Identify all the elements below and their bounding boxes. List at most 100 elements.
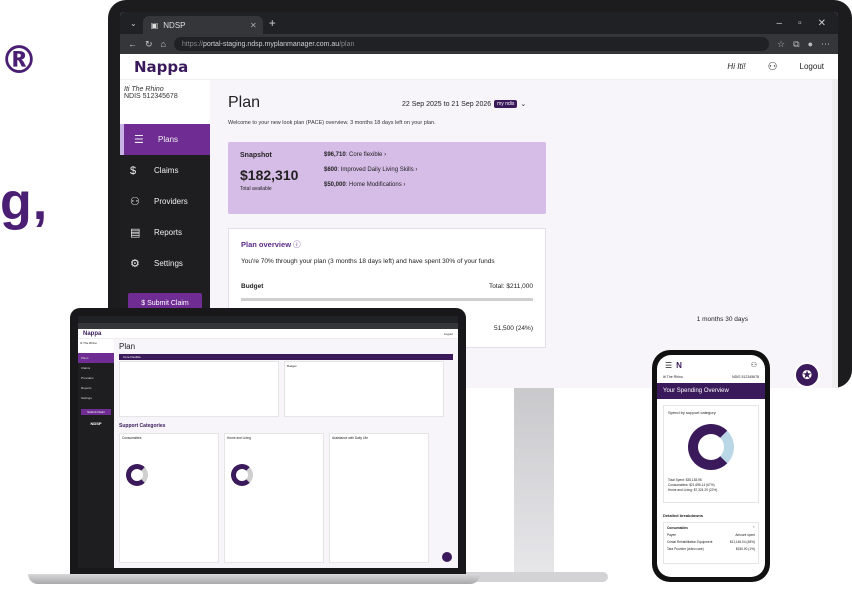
- line-amount: $50,000: [324, 182, 346, 188]
- laptop-sidebar-claims[interactable]: Claims: [78, 363, 114, 373]
- laptop-logout[interactable]: Logout: [444, 332, 453, 336]
- user-menu-icon[interactable]: ⚇: [768, 60, 778, 73]
- app-header: Nappa Hi Iti! ⚇ Logout: [120, 54, 838, 80]
- laptop: Nappa Logout Iti The Rhino Plans Claims …: [70, 308, 466, 576]
- laptop-sidebar-plans[interactable]: Plans: [78, 353, 114, 363]
- star-icon[interactable]: ☆: [777, 39, 785, 50]
- browser-tab[interactable]: ▣ NDSP ✕: [142, 16, 263, 34]
- phone-user-icon[interactable]: ⚇: [751, 361, 757, 369]
- sidebar-item-settings[interactable]: ⚙ Settings: [120, 248, 210, 279]
- phone-logo-icon[interactable]: N: [676, 361, 682, 370]
- phone-stat-home-living: Home and Living: $7,324.29 (22%): [668, 488, 718, 492]
- url-prefix: https://: [181, 40, 203, 48]
- snapshot-line-core[interactable]: $96,710: Core flexible ›: [324, 152, 417, 158]
- sidebar-item-providers[interactable]: ⚇ Providers: [120, 186, 210, 217]
- budget-label: Budget: [241, 283, 264, 290]
- phone-detailed-heading: Detailed breakdowns: [663, 513, 704, 518]
- sidebar-item-label: Providers: [154, 197, 188, 206]
- greeting: Hi Iti!: [727, 62, 746, 71]
- back-icon[interactable]: ←: [128, 39, 137, 49]
- plans-icon: ☰: [134, 134, 144, 146]
- laptop-help-icon[interactable]: [442, 552, 452, 562]
- url-field[interactable]: https:// portal-staging.ndsp.myplanmanag…: [173, 37, 770, 51]
- laptop-card-daily-life: Assistance with Daily Life: [329, 433, 429, 563]
- sidebar-item-reports[interactable]: ▤ Reports: [120, 217, 210, 248]
- more-icon[interactable]: ⋯: [821, 39, 830, 50]
- settings-icon: ⚙: [130, 258, 140, 270]
- phone-spend-card: Spend by support category Total Spent: $…: [663, 405, 759, 503]
- row-amount: $150.00 (1%): [735, 547, 755, 551]
- sidebar-item-plans[interactable]: ☰ Plans: [120, 124, 210, 155]
- sidebar-item-claims[interactable]: $ Claims: [120, 155, 210, 186]
- laptop-ndsp-logo: NDSP: [90, 421, 102, 426]
- budget-row: Budget Total: $211,000: [241, 283, 533, 290]
- plan-intro: Welcome to your new look plan (PACE) ove…: [228, 120, 436, 126]
- info-icon[interactable]: ⓘ: [293, 240, 301, 249]
- laptop-section-header[interactable]: Core Flexible: [119, 354, 453, 360]
- address-bar: ← ↻ ⌂ https:// portal-staging.ndsp.mypla…: [120, 34, 838, 54]
- nappa-logo[interactable]: Nappa: [134, 58, 188, 76]
- phone-user-row: Iti The Rhino NDIS 512345678: [657, 375, 765, 383]
- laptop-donut-home-living: [231, 464, 253, 486]
- laptop-app-header: Nappa Logout: [78, 329, 458, 339]
- laptop-submit-claim[interactable]: Submit Claim: [81, 409, 111, 415]
- scrollbar[interactable]: [832, 80, 838, 388]
- laptop-base: [28, 574, 480, 584]
- overview-title: Plan overview: [241, 240, 292, 249]
- sidebar-item-label: Claims: [154, 166, 179, 175]
- reports-icon: ▤: [130, 227, 141, 239]
- profile-icon[interactable]: ●: [808, 39, 813, 50]
- laptop-sidebar: Iti The Rhino Plans Claims Providers Rep…: [78, 339, 114, 568]
- logout-link[interactable]: Logout: [800, 62, 824, 71]
- url-main: portal-staging.ndsp.myplanmanager.com.au: [203, 40, 340, 48]
- submit-claim-label: Submit Claim: [147, 299, 189, 307]
- table-row: Tara Provider (video care) $150.00 (1%): [667, 547, 755, 551]
- snapshot-line-home-mods[interactable]: $50,000: Home Modifications ›: [324, 182, 417, 188]
- reload-icon[interactable]: ↻: [145, 39, 153, 50]
- budget-progress-bar: [241, 298, 533, 301]
- home-icon[interactable]: ⌂: [161, 39, 166, 49]
- plan-date-selector[interactable]: 22 Sep 2025 to 21 Sep 2026 my ndis ⌄: [402, 100, 526, 108]
- tab-menu-icon[interactable]: ⌄: [130, 19, 137, 28]
- laptop-card-consumables: Consumables: [119, 433, 219, 563]
- hamburger-icon[interactable]: ☰: [665, 361, 672, 370]
- snapshot-line-daily-living[interactable]: $600: Improved Daily Living Skills ›: [324, 167, 417, 173]
- laptop-sidebar-settings[interactable]: Settings: [78, 393, 114, 403]
- row-payee: Cristal Rehabilitation Equipment: [667, 540, 713, 544]
- laptop-budget-card: Budget: [284, 361, 444, 417]
- line-amount: $600: [324, 167, 338, 173]
- budget-total: Total: $211,000: [489, 283, 533, 290]
- providers-icon: ⚇: [130, 196, 140, 208]
- phone-donut-chart: [688, 424, 734, 470]
- phone-table-columns: Payee Amount spent: [667, 533, 755, 537]
- laptop-description-card: [119, 361, 279, 417]
- snapshot-lines: $96,710: Core flexible › $600: Improved …: [324, 152, 417, 188]
- help-icon[interactable]: ✪: [794, 362, 820, 388]
- minimize-icon[interactable]: –: [777, 18, 783, 29]
- spent-partial: 51,500 (24%): [493, 325, 533, 332]
- marketing-text-fragment: g,: [0, 173, 49, 231]
- sidebar-item-label: Reports: [154, 228, 183, 237]
- extensions-icon[interactable]: ⧉: [793, 39, 799, 50]
- monitor-stand-foot: [458, 572, 608, 582]
- phone-stats: Total Spent: $35,183.98 Consumables: $21…: [668, 478, 717, 493]
- phone-table-header-row[interactable]: Consumables ⌃: [667, 526, 755, 530]
- maximize-icon[interactable]: ▫: [798, 18, 802, 29]
- laptop-budget-label: Budget: [287, 364, 297, 368]
- laptop-sidebar-reports[interactable]: Reports: [78, 383, 114, 393]
- row-amount: $11,146.04 (48%): [729, 540, 755, 544]
- laptop-card-title: Home and Living: [227, 436, 251, 440]
- close-tab-icon[interactable]: ✕: [250, 21, 257, 30]
- phone-screen: ☰ N ⚇ Iti The Rhino NDIS 512345678 Your …: [657, 355, 765, 577]
- new-tab-icon[interactable]: +: [269, 16, 276, 30]
- line-amount: $96,710: [324, 152, 346, 158]
- close-window-icon[interactable]: ✕: [818, 18, 826, 29]
- laptop-logo[interactable]: Nappa: [83, 331, 101, 337]
- chevron-right-icon: ›: [403, 182, 406, 188]
- header-right: Hi Iti! ⚇ Logout: [727, 60, 824, 73]
- laptop-sidebar-providers[interactable]: Providers: [78, 373, 114, 383]
- registered-mark: ®: [0, 38, 38, 82]
- overview-text: You're 70% through your plan (3 months 1…: [241, 258, 495, 265]
- ndis-number: NDIS 512345678: [124, 93, 178, 100]
- table-row: Cristal Rehabilitation Equipment $11,146…: [667, 540, 755, 544]
